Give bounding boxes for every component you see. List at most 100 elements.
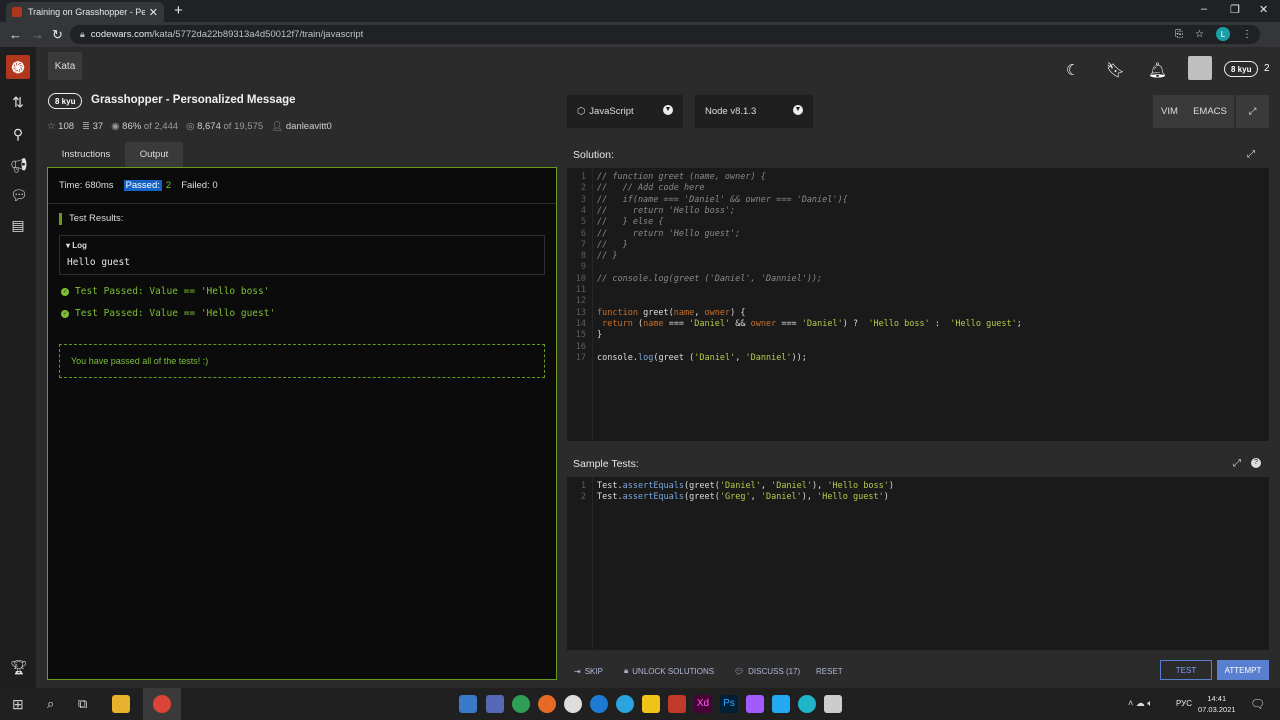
codewars-logo-icon[interactable]: ֍ bbox=[6, 55, 30, 79]
emacs-mode-button[interactable]: EMACS bbox=[1186, 95, 1234, 128]
windows-taskbar: ⊞ ⌕ ⧉ Xd Ps ˄ ☁ 🔈︎ РУС 14:41 07.03.2021 … bbox=[0, 688, 1280, 720]
attempt-button[interactable]: ATTEMPT bbox=[1217, 660, 1269, 680]
address-bar-row: ← → ↻ 🔒︎ codewars.com /kata/5772da22b893… bbox=[0, 22, 1280, 47]
notifications-bell-icon[interactable]: 🔔︎ bbox=[1148, 61, 1167, 79]
line-number: 2 bbox=[580, 183, 586, 194]
failed-label: Failed: 0 bbox=[181, 180, 218, 191]
skip-icon: ⇥ bbox=[574, 666, 581, 676]
author-stat[interactable]: 👤︎ danleavitt0 bbox=[271, 121, 332, 132]
discuss-button[interactable]: 💬︎ DISCUSS (17) bbox=[727, 660, 808, 682]
windows-start-icon[interactable]: ⊞ bbox=[12, 696, 24, 713]
code-line: 4 // return 'Hello boss'; bbox=[567, 206, 1269, 217]
minimize-icon[interactable]: – bbox=[1201, 3, 1207, 15]
telegram-icon[interactable] bbox=[616, 695, 634, 713]
window-close-icon[interactable]: ✕ bbox=[1259, 3, 1268, 16]
tab-close-icon[interactable]: ✕ bbox=[149, 6, 158, 19]
firefox-icon[interactable] bbox=[538, 695, 556, 713]
forward-icon[interactable]: → bbox=[31, 27, 44, 42]
chat-icon[interactable]: 💬︎ bbox=[10, 187, 28, 203]
top-header: Kata ☾ 🔖︎ 🔔︎ 8 kyu 2 bbox=[36, 47, 1280, 87]
unlock-solutions-button[interactable]: 🔒︎ UNLOCK SOLUTIONS bbox=[617, 660, 722, 682]
kata-rank-badge: 8 kyu bbox=[48, 93, 83, 109]
code-line: 6 // return 'Hello guest'; bbox=[567, 229, 1269, 240]
practice-icon[interactable]: ⇅ bbox=[10, 94, 26, 110]
profile-avatar[interactable]: L bbox=[1216, 27, 1230, 41]
kata-nav-tab[interactable]: Kata bbox=[48, 52, 82, 80]
tray-icons[interactable]: ˄ ☁ 🔈︎ bbox=[1128, 698, 1153, 709]
adobe-xd-icon[interactable]: Xd bbox=[694, 695, 712, 713]
docs-icon[interactable]: ▤ bbox=[10, 217, 26, 233]
runtime-value: Node v8.1.3 bbox=[705, 106, 757, 117]
code-text: // // Add code here bbox=[597, 183, 705, 194]
edge-icon[interactable] bbox=[590, 695, 608, 713]
solution-header: Solution: ⤢ bbox=[567, 141, 1269, 168]
expand-icon[interactable]: ⤢ bbox=[1233, 458, 1241, 469]
chrome-icon[interactable] bbox=[512, 695, 530, 713]
code-text: } bbox=[597, 330, 603, 341]
figma-icon[interactable] bbox=[746, 695, 764, 713]
photoshop-icon[interactable]: Ps bbox=[720, 695, 738, 713]
line-number: 1 bbox=[580, 481, 586, 491]
bookmark-star-icon[interactable]: ☆ bbox=[1195, 29, 1204, 40]
eye-icon: ◉ bbox=[111, 121, 120, 132]
chrome-taskbar-item[interactable] bbox=[143, 688, 181, 720]
test-button[interactable]: TEST bbox=[1160, 660, 1212, 680]
announcements-icon[interactable]: 📢︎ bbox=[10, 157, 28, 173]
task-view-icon[interactable]: ⧉ bbox=[78, 696, 87, 712]
app-icon[interactable] bbox=[642, 695, 660, 713]
reset-button[interactable]: RESET bbox=[809, 660, 850, 682]
lock-icon: 🔒︎ bbox=[624, 666, 629, 675]
bookmark-icon[interactable]: 🔖︎ bbox=[1106, 61, 1125, 79]
language-indicator[interactable]: РУС bbox=[1176, 699, 1192, 708]
sample-tests-header: Sample Tests: ⤢ ? bbox=[567, 450, 1269, 477]
language-select[interactable]: ⬡ JavaScript ▼ bbox=[567, 95, 683, 128]
check-icon: ✓ bbox=[61, 309, 69, 318]
opera-icon[interactable] bbox=[564, 695, 582, 713]
translate-icon[interactable]: ⎘ bbox=[1175, 29, 1183, 40]
test-result-text: Test Passed: Value == 'Hello boss' bbox=[75, 286, 270, 297]
vim-mode-button[interactable]: VIM bbox=[1153, 95, 1186, 128]
solution-editor[interactable]: 1 // function greet (name, owner) {2 // //… bbox=[567, 168, 1269, 441]
new-tab-button[interactable]: + bbox=[174, 2, 183, 19]
check-icon: ✓ bbox=[61, 287, 69, 296]
kata-stats: ☆ 108 ≣ 37 ◉ 86% of 2,444 ◎ 8,674 of 19,… bbox=[47, 121, 332, 132]
notifications-icon[interactable]: 🗨︎ bbox=[1250, 697, 1265, 711]
app-icon[interactable] bbox=[486, 695, 504, 713]
log-toggle[interactable]: ▾ Log bbox=[66, 241, 87, 250]
file-explorer-icon[interactable] bbox=[112, 695, 130, 713]
leaderboard-icon[interactable]: ⚲ bbox=[10, 126, 26, 142]
dark-mode-moon-icon[interactable]: ☾ bbox=[1066, 61, 1079, 79]
tab-instructions[interactable]: Instructions bbox=[47, 142, 125, 167]
code-text: function greet(name, owner) { bbox=[597, 307, 746, 318]
vscode-icon[interactable] bbox=[772, 695, 790, 713]
help-icon[interactable]: ? bbox=[1251, 458, 1261, 468]
line-number: 11 bbox=[575, 285, 586, 295]
browser-tab[interactable]: Training on Grasshopper - Perso ✕ bbox=[6, 2, 164, 22]
restore-icon[interactable]: ❐ bbox=[1230, 3, 1240, 16]
search-icon[interactable]: ⌕ bbox=[47, 696, 54, 712]
reload-icon[interactable]: ↻ bbox=[52, 27, 63, 43]
app-icon[interactable] bbox=[459, 695, 477, 713]
tab-output[interactable]: Output bbox=[125, 142, 183, 167]
user-icon: 👤︎ bbox=[271, 121, 284, 132]
runtime-select[interactable]: Node v8.1.3 ▼ bbox=[695, 95, 813, 128]
line-number: 10 bbox=[575, 273, 586, 284]
url-field[interactable]: 🔒︎ codewars.com /kata/5772da22b89313a4d5… bbox=[70, 25, 1260, 44]
app-icon[interactable] bbox=[798, 695, 816, 713]
app-icon[interactable] bbox=[824, 695, 842, 713]
code-line: 13 function greet(name, owner) { bbox=[567, 308, 1269, 319]
fullscreen-button[interactable]: ⤢ bbox=[1236, 95, 1269, 128]
test-result-item: ✓ Test Passed: Value == 'Hello guest' bbox=[61, 308, 275, 319]
back-icon[interactable]: ← bbox=[9, 27, 22, 42]
clock[interactable]: 14:41 07.03.2021 bbox=[1198, 693, 1236, 715]
kata-title: Grasshopper - Personalized Message bbox=[91, 94, 296, 106]
skip-button[interactable]: ⇥ SKIP bbox=[567, 660, 610, 682]
satisfaction-stat: ◉ 86% of 2,444 bbox=[111, 121, 179, 132]
log-box: ▾ Log Hello guest bbox=[59, 235, 545, 275]
expand-icon[interactable]: ⤢ bbox=[1247, 149, 1255, 160]
trophy-icon[interactable]: 🏆︎ bbox=[10, 659, 28, 675]
browser-menu-icon[interactable]: ⋮ bbox=[1242, 29, 1252, 40]
acrobat-icon[interactable] bbox=[668, 695, 686, 713]
sample-tests-editor[interactable]: 1 Test.assertEquals(greet('Daniel', 'Dani… bbox=[567, 477, 1269, 650]
user-avatar[interactable] bbox=[1188, 56, 1212, 80]
